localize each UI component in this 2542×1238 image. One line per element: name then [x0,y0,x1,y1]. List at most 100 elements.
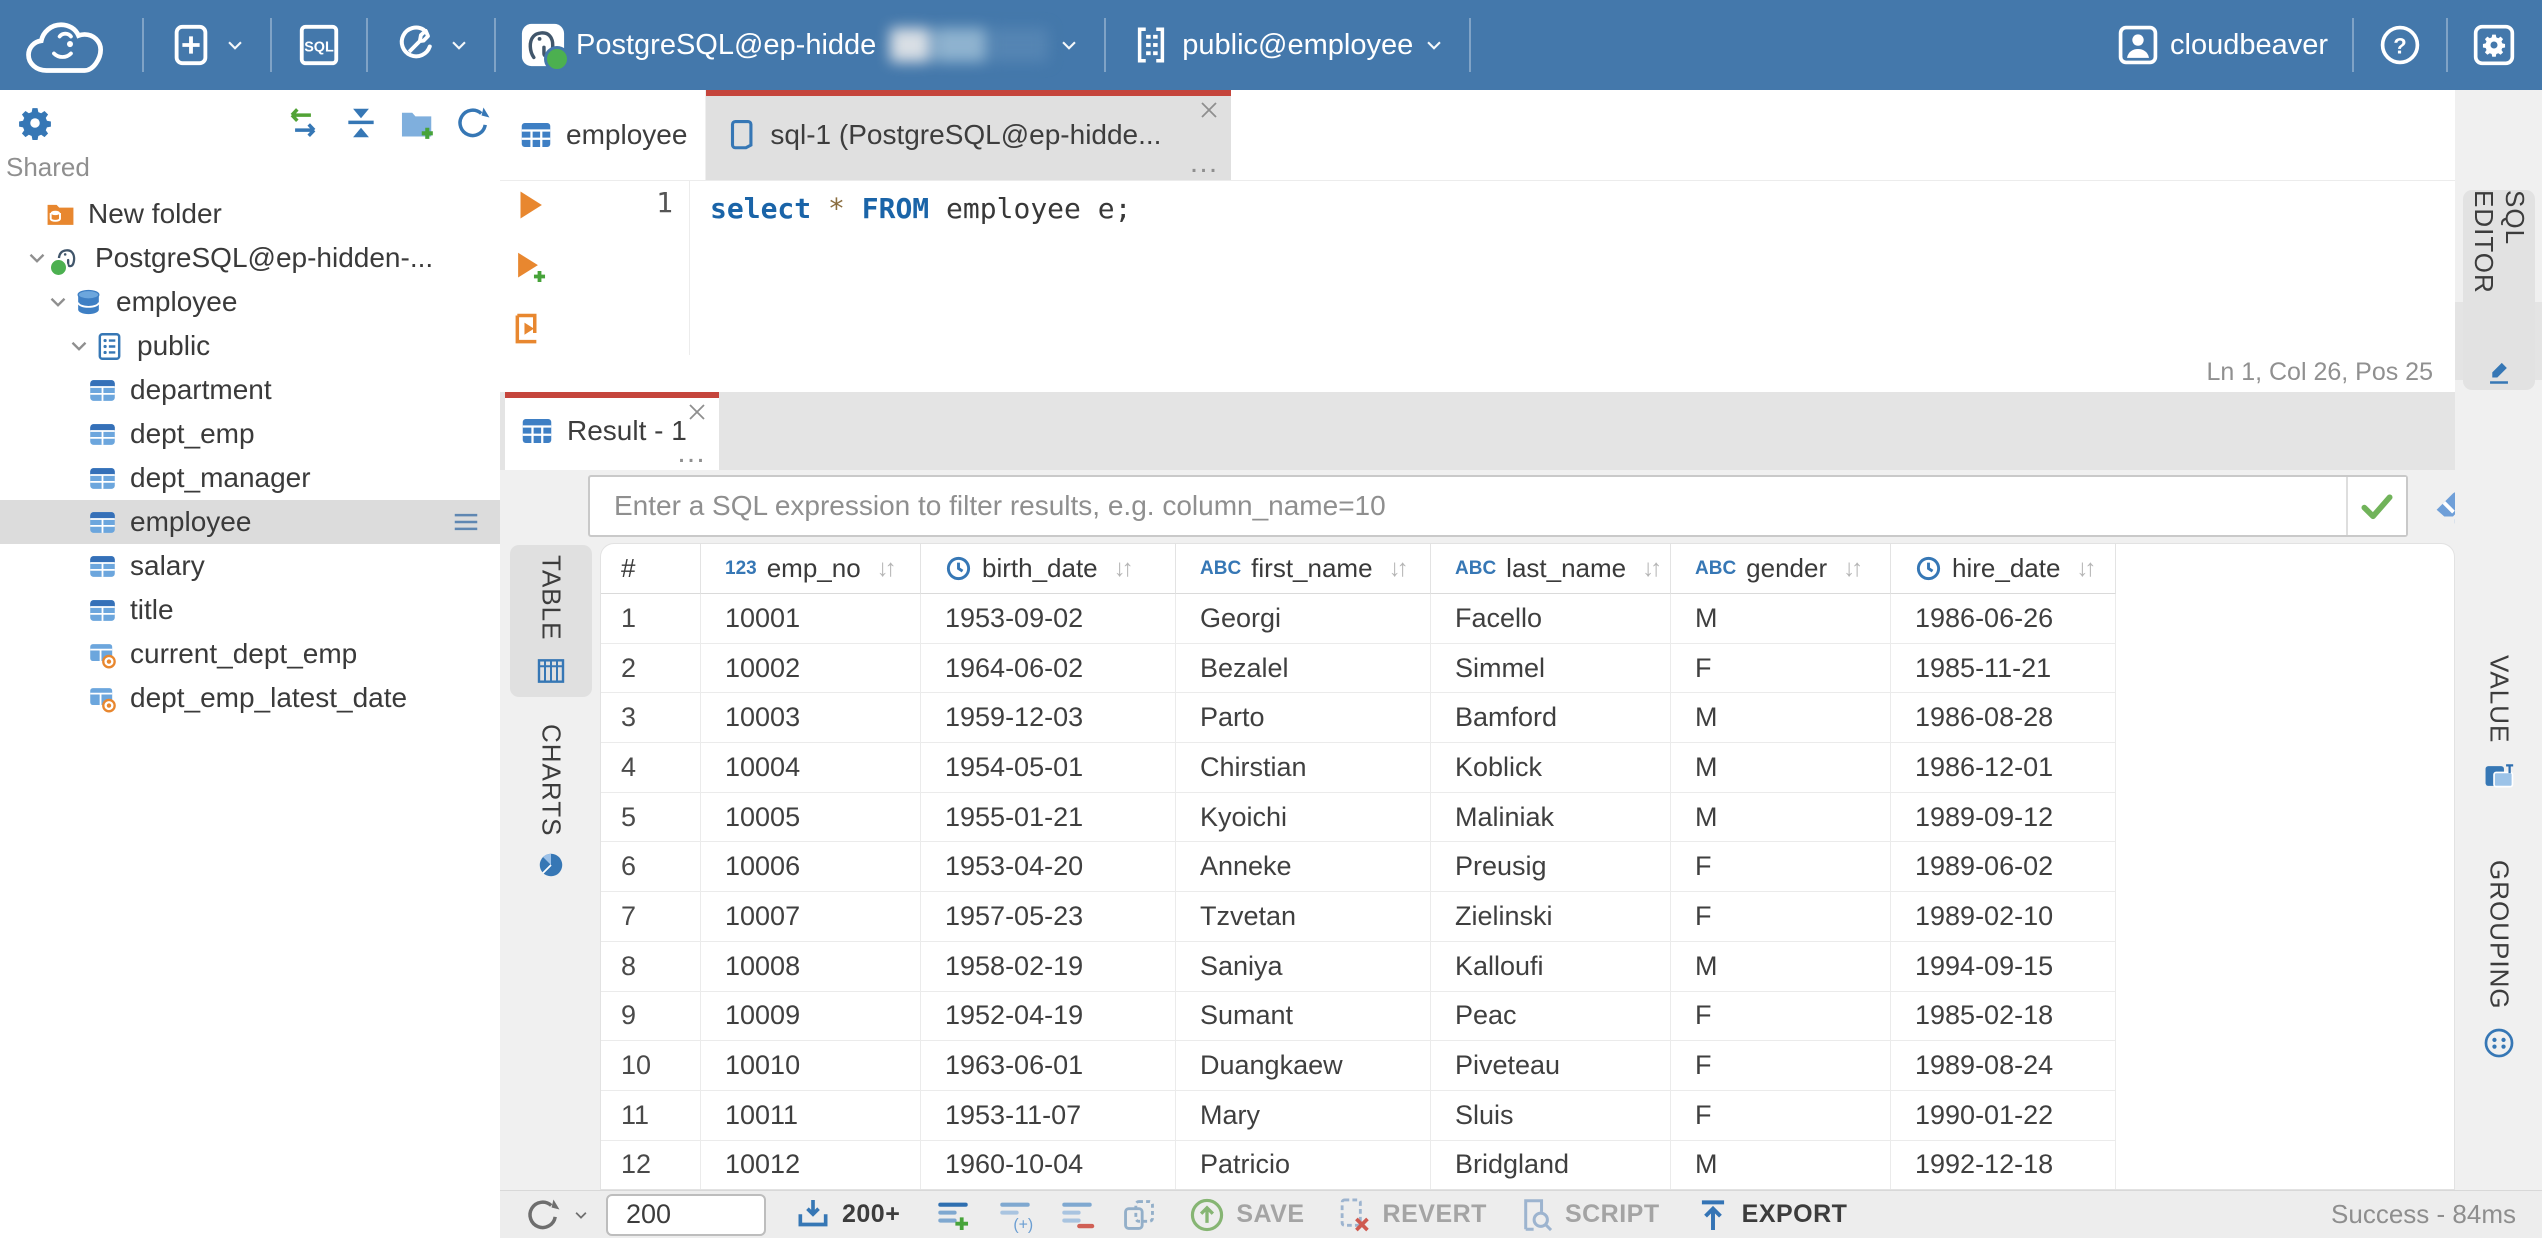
close-icon[interactable] [1197,98,1221,122]
chevron-down-icon[interactable] [24,245,50,271]
tab-menu-dots[interactable]: … [676,438,707,468]
apply-filter-button[interactable] [2346,477,2406,535]
tab-charts-view[interactable]: CHARTS [510,707,592,897]
tab-menu-dots[interactable]: … [1188,148,1219,178]
cell[interactable]: Parto [1176,693,1431,744]
tree-item-current-dept-emp[interactable]: current_dept_emp [0,632,500,676]
tree-item-dept-emp[interactable]: dept_emp [0,412,500,456]
cell[interactable]: 1955-01-21 [921,792,1176,843]
row-number[interactable]: 3 [601,693,701,744]
cell[interactable]: 1953-04-20 [921,842,1176,893]
cell[interactable]: 1958-02-19 [921,941,1176,992]
cell[interactable]: 1960-10-04 [921,1140,1176,1189]
chevron-down-icon[interactable] [66,333,92,359]
item-menu-icon[interactable] [448,507,484,537]
connection-selector[interactable]: PostgreSQL@ep-hidde [502,0,1098,90]
cell[interactable]: 1986-12-01 [1891,743,2116,793]
code-area[interactable]: select * FROM employee e; [690,180,2455,355]
execute-query-icon[interactable] [511,186,549,224]
sort-icon[interactable]: ↓↑ [1114,555,1134,583]
row-number[interactable]: 2 [601,643,701,694]
cell[interactable]: 1953-09-02 [921,594,1176,644]
cell[interactable]: Koblick [1431,743,1671,793]
cell[interactable]: Georgi [1176,594,1431,644]
row-number[interactable]: 10 [601,1041,701,1091]
cell[interactable]: 10008 [701,941,921,992]
sort-icon[interactable]: ↓↑ [2076,555,2096,583]
cell[interactable]: Kyoichi [1176,792,1431,843]
cell[interactable]: F [1671,892,1891,942]
cell[interactable]: 1989-02-10 [1891,892,2116,942]
cell[interactable]: Saniya [1176,941,1431,992]
fetch-size-input[interactable] [606,1193,766,1236]
refresh-result-button[interactable] [524,1196,590,1234]
cell[interactable]: 10001 [701,594,921,644]
cell[interactable]: Sluis [1431,1090,1671,1141]
revert-button[interactable]: REVERT [1335,1196,1487,1234]
row-number[interactable]: 5 [601,792,701,843]
column-header-hire_date[interactable]: hire_date ↓↑ [1891,544,2116,594]
delete-row-button[interactable] [1058,1196,1096,1234]
cell[interactable]: 1985-11-21 [1891,643,2116,694]
collapse-all-icon[interactable] [342,104,380,142]
tab-sql-editor-panel[interactable]: SQL EDITOR [2463,190,2535,390]
sort-icon[interactable]: ↓↑ [1389,555,1409,583]
cell[interactable]: 1952-04-19 [921,991,1176,1042]
script-button[interactable]: SCRIPT [1517,1196,1660,1234]
cell[interactable]: Anneke [1176,842,1431,893]
tree-item-employee[interactable]: employee [0,280,500,324]
column-header-last_name[interactable]: ABC last_name ↓↑ [1431,544,1671,594]
cell[interactable]: Kalloufi [1431,941,1671,992]
row-number[interactable]: 1 [601,594,701,644]
tree-item-public[interactable]: public [0,324,500,368]
row-number[interactable]: 11 [601,1090,701,1141]
cell[interactable]: 1989-06-02 [1891,842,2116,893]
duplicate-row-button[interactable] [996,1196,1034,1234]
cell[interactable]: 1994-09-15 [1891,941,2116,992]
cell[interactable]: 10004 [701,743,921,793]
cell[interactable]: Chirstian [1176,743,1431,793]
tab-grouping-panel[interactable]: GROUPING [2463,860,2535,1060]
cell[interactable]: 10002 [701,643,921,694]
cell[interactable]: M [1671,1140,1891,1189]
export-button[interactable]: EXPORT [1694,1196,1848,1234]
cell[interactable]: Piveteau [1431,1041,1671,1091]
cell[interactable]: F [1671,991,1891,1042]
cell[interactable]: F [1671,842,1891,893]
cell[interactable]: F [1671,1041,1891,1091]
tree-item-dept-manager[interactable]: dept_manager [0,456,500,500]
cell[interactable]: Sumant [1176,991,1431,1042]
cell[interactable]: 1954-05-01 [921,743,1176,793]
chevron-down-icon[interactable] [45,289,71,315]
cell[interactable]: 1963-06-01 [921,1041,1176,1091]
cell[interactable]: 1989-08-24 [1891,1041,2116,1091]
cell[interactable]: Maliniak [1431,792,1671,843]
add-folder-icon[interactable] [398,104,436,142]
tab-result-1[interactable]: Result - 1 … [505,392,719,470]
cell[interactable]: 10005 [701,792,921,843]
tree-item-dept-emp-latest-date[interactable]: dept_emp_latest_date [0,676,500,720]
tree-item-postgresql-ep-hidden-[interactable]: PostgreSQL@ep-hidden-... [0,236,500,280]
cell[interactable]: 1986-06-26 [1891,594,2116,644]
cell[interactable]: 10006 [701,842,921,893]
cell[interactable]: M [1671,941,1891,992]
cell[interactable]: Patricio [1176,1140,1431,1189]
cell[interactable]: 10009 [701,991,921,1042]
cell[interactable]: 10012 [701,1140,921,1189]
driver-tools-button[interactable] [374,0,488,90]
settings-button[interactable] [2454,0,2542,90]
sort-icon[interactable]: ↓↑ [1642,555,1662,583]
column-header-emp_no[interactable]: 123 emp_no ↓↑ [701,544,921,594]
cell[interactable]: F [1671,1090,1891,1141]
cell[interactable]: Mary [1176,1090,1431,1141]
cell[interactable]: 1989-09-12 [1891,792,2116,843]
cell[interactable]: 1957-05-23 [921,892,1176,942]
close-icon[interactable] [685,400,709,424]
tree-item-salary[interactable]: salary [0,544,500,588]
tab-value-panel[interactable]: VALUE [2463,655,2535,793]
row-number[interactable]: 9 [601,991,701,1042]
tab-sql-editor[interactable]: sql-1 (PostgreSQL@ep-hidde... … [706,90,1232,180]
new-sql-editor-button[interactable] [278,0,360,90]
execute-script-icon[interactable] [511,310,549,348]
cell[interactable]: 1990-01-22 [1891,1090,2116,1141]
